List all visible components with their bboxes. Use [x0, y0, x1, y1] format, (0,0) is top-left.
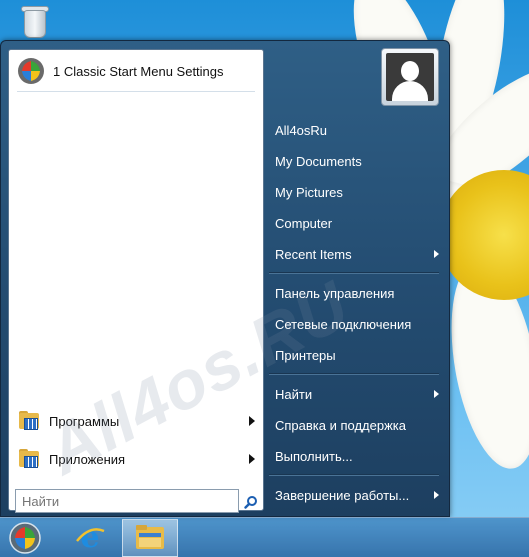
menu-item-label: Программы	[49, 413, 120, 429]
file-explorer-icon	[134, 523, 166, 554]
menu-item-label: Панель управления	[275, 285, 395, 301]
taskbar-internet-explorer[interactable]: e	[62, 519, 118, 557]
menu-item-label: Сетевые подключения	[275, 316, 412, 332]
menu-item-apps[interactable]: Приложения	[15, 444, 259, 474]
internet-explorer-icon: e	[74, 520, 106, 556]
menu-separator	[269, 373, 439, 375]
recycle-bin-icon[interactable]	[18, 4, 52, 40]
menu-separator	[269, 272, 439, 274]
menu-item-label: Справка и поддержка	[275, 417, 406, 433]
menu-item-recent-items[interactable]: Recent Items	[269, 240, 441, 268]
menu-item-programs[interactable]: Программы	[15, 406, 259, 436]
pinned-separator	[17, 91, 255, 92]
programs-folder-icon	[19, 411, 41, 431]
submenu-arrow-icon	[434, 250, 439, 258]
apps-folder-icon	[19, 449, 41, 469]
submenu-arrow-icon	[434, 491, 439, 499]
menu-item-my-documents[interactable]: My Documents	[269, 147, 441, 175]
submenu-arrow-icon	[249, 454, 255, 464]
menu-item-label: My Documents	[275, 153, 362, 169]
menu-separator	[269, 474, 439, 476]
menu-item-help-support[interactable]: Справка и поддержка	[269, 411, 441, 439]
menu-item-label: All4osRu	[275, 122, 328, 138]
menu-item-network-connections[interactable]: Сетевые подключения	[269, 310, 441, 338]
menu-item-label: Выполнить...	[275, 448, 353, 464]
menu-item-label: Приложения	[49, 451, 126, 467]
taskbar-file-explorer[interactable]	[122, 519, 178, 557]
submenu-arrow-icon	[434, 390, 439, 398]
start-menu: 1 Classic Start Menu Settings Программы …	[0, 40, 450, 517]
classic-shell-logo-icon	[17, 57, 45, 85]
menu-item-label: Завершение работы...	[275, 487, 410, 503]
search-box[interactable]	[15, 489, 239, 513]
pinned-classic-start-menu-settings[interactable]: 1 Classic Start Menu Settings	[13, 56, 259, 86]
search-icon[interactable]	[240, 491, 262, 513]
start-menu-left-pane: 1 Classic Start Menu Settings Программы …	[8, 49, 264, 513]
menu-item-search[interactable]: Найти	[269, 380, 441, 408]
menu-item-label: My Pictures	[275, 184, 343, 200]
menu-item-label: Найти	[275, 386, 313, 402]
svg-text:e: e	[80, 521, 99, 553]
menu-item-computer[interactable]: Computer	[269, 209, 441, 237]
menu-item-label: Принтеры	[275, 347, 336, 363]
menu-item-shutdown[interactable]: Завершение работы...	[269, 481, 441, 509]
user-avatar-icon[interactable]	[381, 48, 439, 106]
menu-item-my-pictures[interactable]: My Pictures	[269, 178, 441, 206]
menu-item-all4osru[interactable]: All4osRu	[269, 116, 441, 144]
start-orb-icon[interactable]	[6, 520, 44, 556]
pinned-item-label: 1 Classic Start Menu Settings	[53, 63, 224, 79]
menu-item-control-panel[interactable]: Панель управления	[269, 279, 441, 307]
taskbar: e	[0, 517, 529, 557]
menu-item-label: Computer	[275, 215, 333, 231]
menu-item-run[interactable]: Выполнить...	[269, 442, 441, 470]
search-input[interactable]	[16, 490, 238, 512]
menu-item-printers[interactable]: Принтеры	[269, 341, 441, 369]
menu-item-label: Recent Items	[275, 246, 352, 262]
submenu-arrow-icon	[249, 416, 255, 426]
